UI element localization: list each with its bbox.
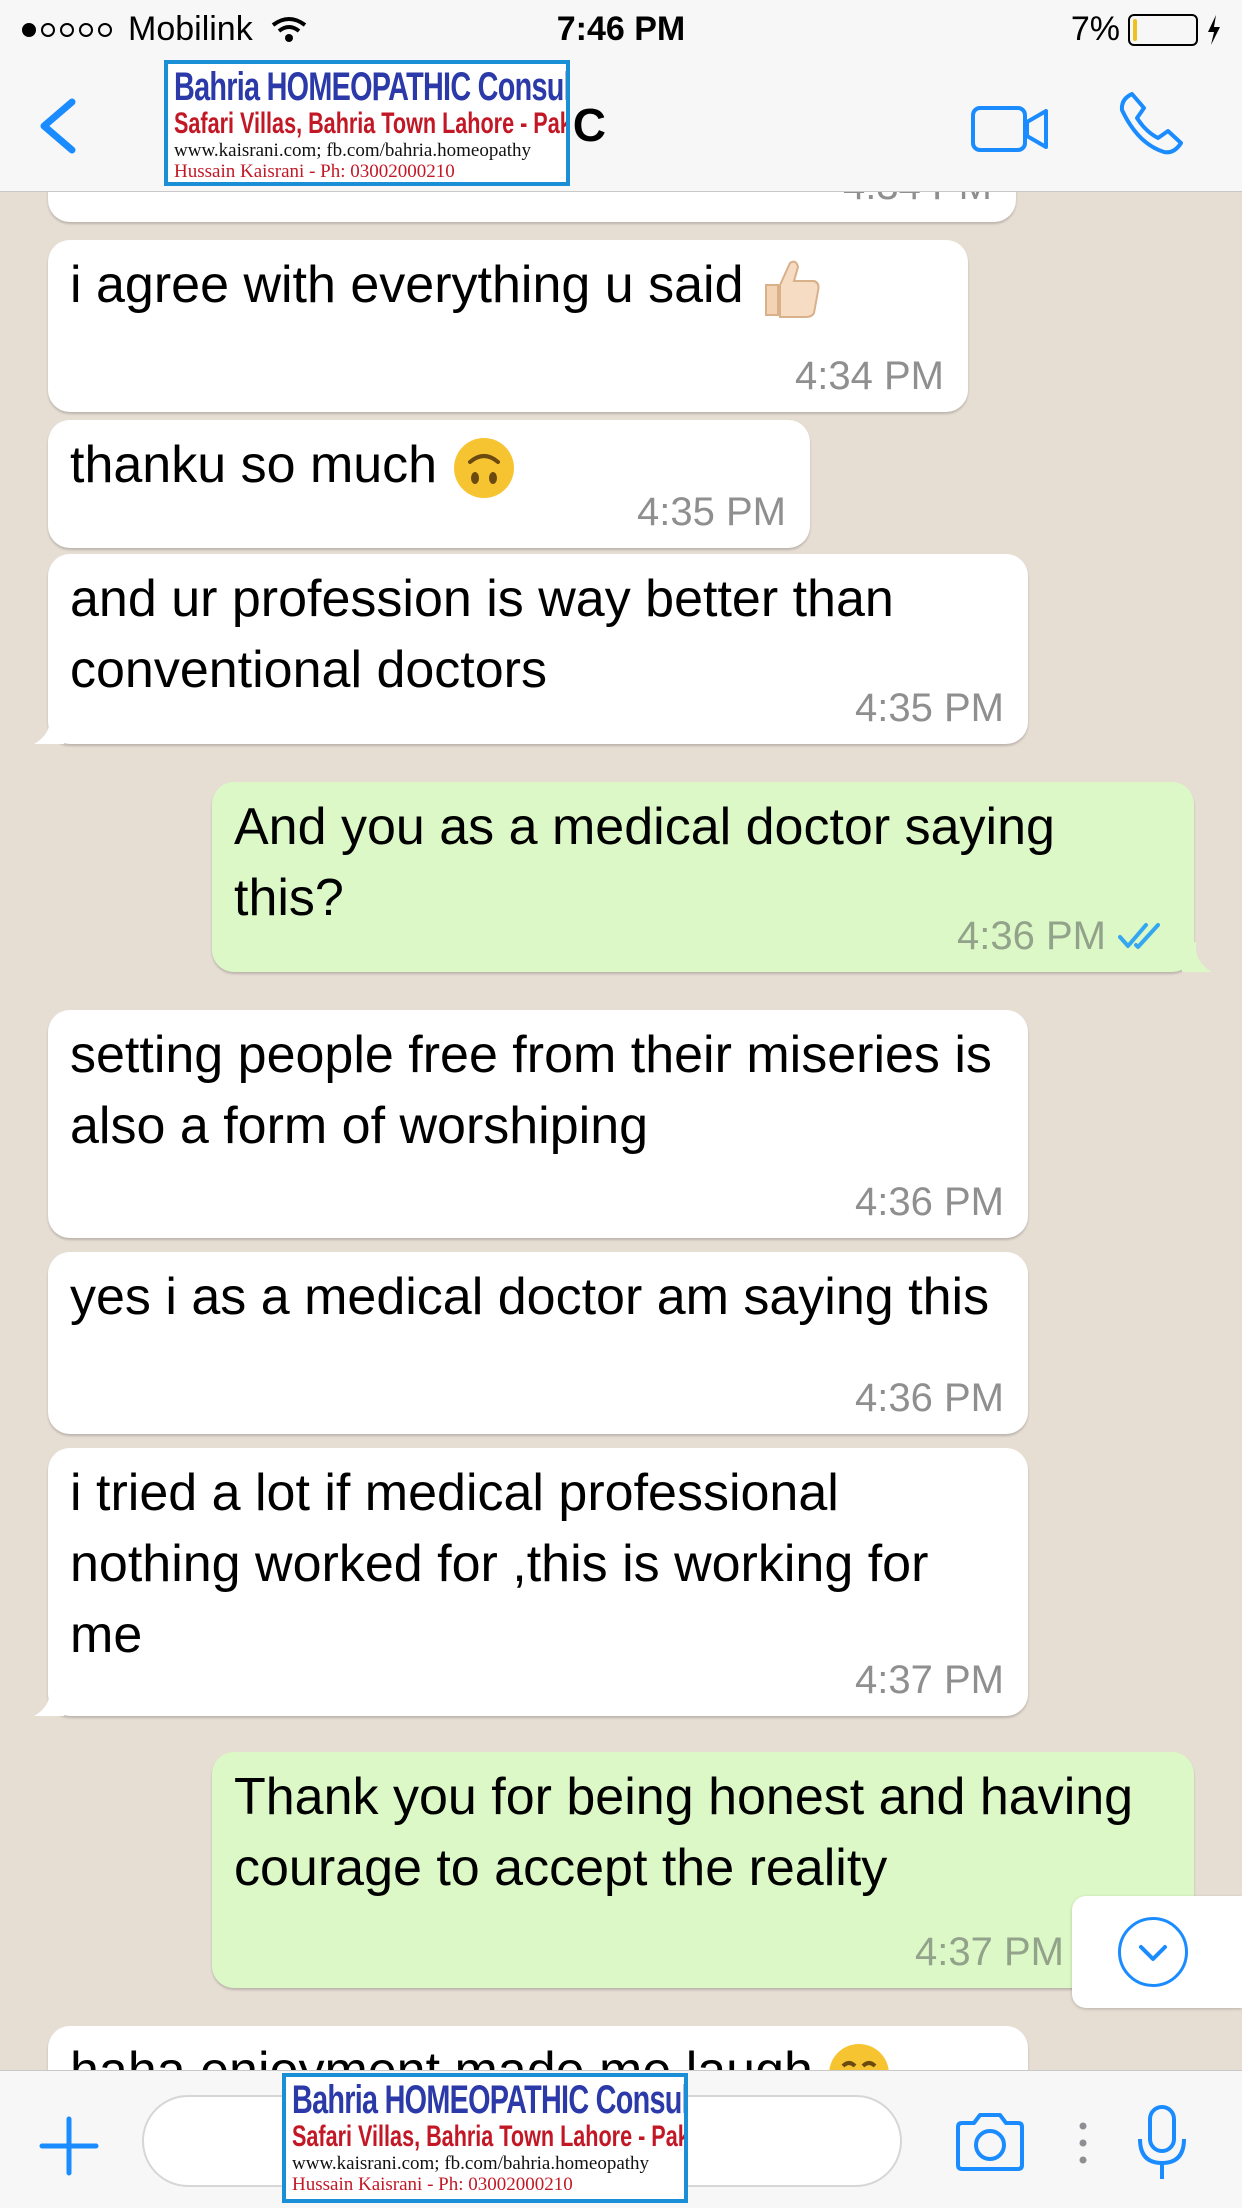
video-call-button[interactable] (970, 98, 1050, 158)
more-options-icon[interactable] (1078, 2121, 1088, 2165)
battery-icon (1128, 13, 1198, 46)
message-text: and ur profession is way better than con… (70, 570, 894, 699)
status-time: 7:46 PM (556, 10, 686, 48)
scroll-to-bottom-button[interactable] (1072, 1896, 1242, 2008)
message-bubble-incoming[interactable]: haha enjoyment made me laugh (48, 2026, 1028, 2070)
message-bubble-outgoing[interactable]: Thank you for being honest and having co… (212, 1752, 1194, 1988)
chat-header: IC Bahria HOMEOPATHIC Consultants Safari… (0, 60, 1242, 192)
read-double-check-icon (1118, 923, 1160, 949)
message-text: i tried a lot if medical professional no… (70, 1464, 929, 1664)
message-time: 4:36 PM (957, 914, 1106, 958)
message-time: 4:37 PM (915, 1930, 1064, 1974)
message-time: 4:34 PM (795, 354, 944, 398)
back-button[interactable] (30, 90, 90, 160)
battery-percent: 7% (1070, 10, 1120, 48)
voice-call-button[interactable] (1116, 88, 1186, 158)
charging-bolt-icon (1208, 14, 1220, 45)
message-bubble-incoming[interactable]: setting people free from their miseries … (48, 1010, 1028, 1238)
message-meta: 4:36 PM (957, 914, 1170, 958)
message-text: setting people free from their miseries … (70, 1026, 992, 1155)
thumbs-up-emoji (764, 260, 820, 319)
bubble-tail (34, 1686, 64, 1716)
laughing-emoji (829, 2044, 890, 2070)
attach-plus-button[interactable] (38, 2115, 100, 2177)
message-time: 4:35 PM (637, 490, 786, 534)
chat-messages[interactable]: 4:34 PM i agree with everything u said 4… (0, 192, 1242, 2070)
bubble-tail (1182, 942, 1212, 972)
camera-button[interactable] (954, 2111, 1026, 2173)
message-bubble-incoming[interactable]: i agree with everything u said 4:34 PM (48, 240, 968, 412)
message-bubble-outgoing[interactable]: And you as a medical doctor saying this?… (212, 782, 1212, 972)
message-text: Thank you for being honest and having co… (234, 1768, 1134, 1897)
message-bubble-incoming[interactable]: and ur profession is way better than con… (34, 554, 1028, 744)
message-time: 4:35 PM (855, 686, 1004, 730)
battery-indicator: 7% (1071, 10, 1222, 49)
watermark-logo-top: Bahria HOMEOPATHIC Consultants Safari Vi… (164, 60, 570, 186)
message-bubble-incoming[interactable]: 4:34 PM (48, 192, 1016, 222)
message-time: 4:36 PM (855, 1376, 1004, 1420)
message-time: 4:37 PM (855, 1658, 1004, 1702)
message-text: i agree with everything u said (70, 256, 744, 314)
message-input-bar: Bahria HOMEOPATHIC Consultants Safari Vi… (0, 2070, 1242, 2208)
message-text: And you as a medical doctor saying this? (234, 798, 1055, 927)
upside-down-face-emoji (453, 438, 514, 499)
message-text: haha enjoyment made me laugh (70, 2042, 813, 2070)
message-bubble-incoming[interactable]: yes i as a medical doctor am saying this… (48, 1252, 1028, 1434)
status-bar: Mobilink 7:46 PM 7% (0, 0, 1242, 62)
microphone-button[interactable] (1132, 2103, 1192, 2183)
message-time: 4:34 PM (843, 192, 992, 208)
message-bubble-incoming[interactable]: thanku so much 4:35 PM (48, 420, 810, 548)
message-time: 4:36 PM (855, 1180, 1004, 1224)
message-text: thanku so much (70, 436, 438, 494)
watermark-logo-bottom: Bahria HOMEOPATHIC Consultants Safari Vi… (282, 2073, 688, 2203)
message-bubble-incoming[interactable]: i tried a lot if medical professional no… (34, 1448, 1028, 1716)
message-text: yes i as a medical doctor am saying this (70, 1268, 990, 1326)
chevron-down-icon (1118, 1917, 1188, 1987)
bubble-tail (34, 714, 64, 744)
